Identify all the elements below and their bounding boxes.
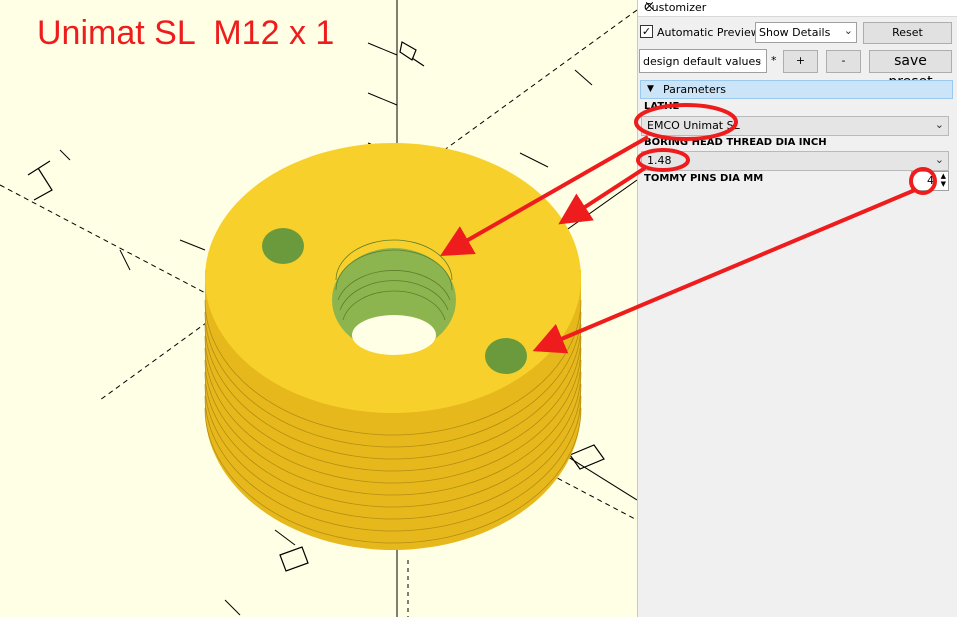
model-render xyxy=(0,0,637,617)
part-model xyxy=(204,143,582,550)
spin-arrows-icon[interactable]: ▲ ▼ xyxy=(941,172,946,188)
param-label-thread-dia: BORING HEAD THREAD DIA INCH xyxy=(644,137,827,148)
preset-select[interactable]: design default values ⌄ xyxy=(639,49,767,73)
lathe-select[interactable]: EMCO Unimat SL ⌄ xyxy=(641,116,949,136)
section-label: Parameters xyxy=(663,83,726,96)
3d-viewport[interactable]: Unimat SL M12 x 1 xyxy=(0,0,637,617)
add-preset-button[interactable]: + xyxy=(783,50,818,73)
parameters-section-header[interactable]: ▼ Parameters xyxy=(640,80,953,99)
chevron-down-icon: ⌄ xyxy=(934,118,944,131)
preset-modified-marker: * xyxy=(771,54,777,67)
chevron-down-icon: ⌄ xyxy=(753,53,763,66)
preset-value: design default values xyxy=(643,55,761,68)
show-details-value: Show Details xyxy=(759,26,831,39)
show-details-select[interactable]: Show Details ⌄ xyxy=(755,22,857,43)
triangle-down-icon: ▼ xyxy=(647,84,654,94)
annotation-title: Unimat SL M12 x 1 xyxy=(37,14,335,52)
tommy-pins-spinbox[interactable]: 4 ▲ ▼ xyxy=(911,171,949,191)
param-label-lathe: LATHE xyxy=(644,101,680,112)
automatic-preview-checkbox[interactable]: ✓ xyxy=(640,25,653,38)
thread-dia-select[interactable]: 1.48 ⌄ xyxy=(641,151,949,171)
param-label-tommy-pins: TOMMY PINS DIA MM xyxy=(644,173,764,184)
automatic-preview-label: Automatic Preview xyxy=(657,26,760,39)
lathe-value: EMCO Unimat SL xyxy=(647,119,740,132)
remove-preset-button[interactable]: - xyxy=(826,50,861,73)
tommy-pins-value: 4 xyxy=(927,174,934,187)
panel-titlebar: Customizer × xyxy=(638,0,957,17)
customizer-panel: Customizer × ✓ Automatic Preview Show De… xyxy=(637,0,957,617)
thread-dia-value: 1.48 xyxy=(647,154,672,167)
chevron-down-icon: ⌄ xyxy=(843,24,853,37)
close-icon[interactable]: × xyxy=(644,0,951,14)
chevron-down-icon: ⌄ xyxy=(934,153,944,166)
save-preset-button[interactable]: save preset xyxy=(869,50,952,90)
reset-button[interactable]: Reset xyxy=(863,22,952,44)
